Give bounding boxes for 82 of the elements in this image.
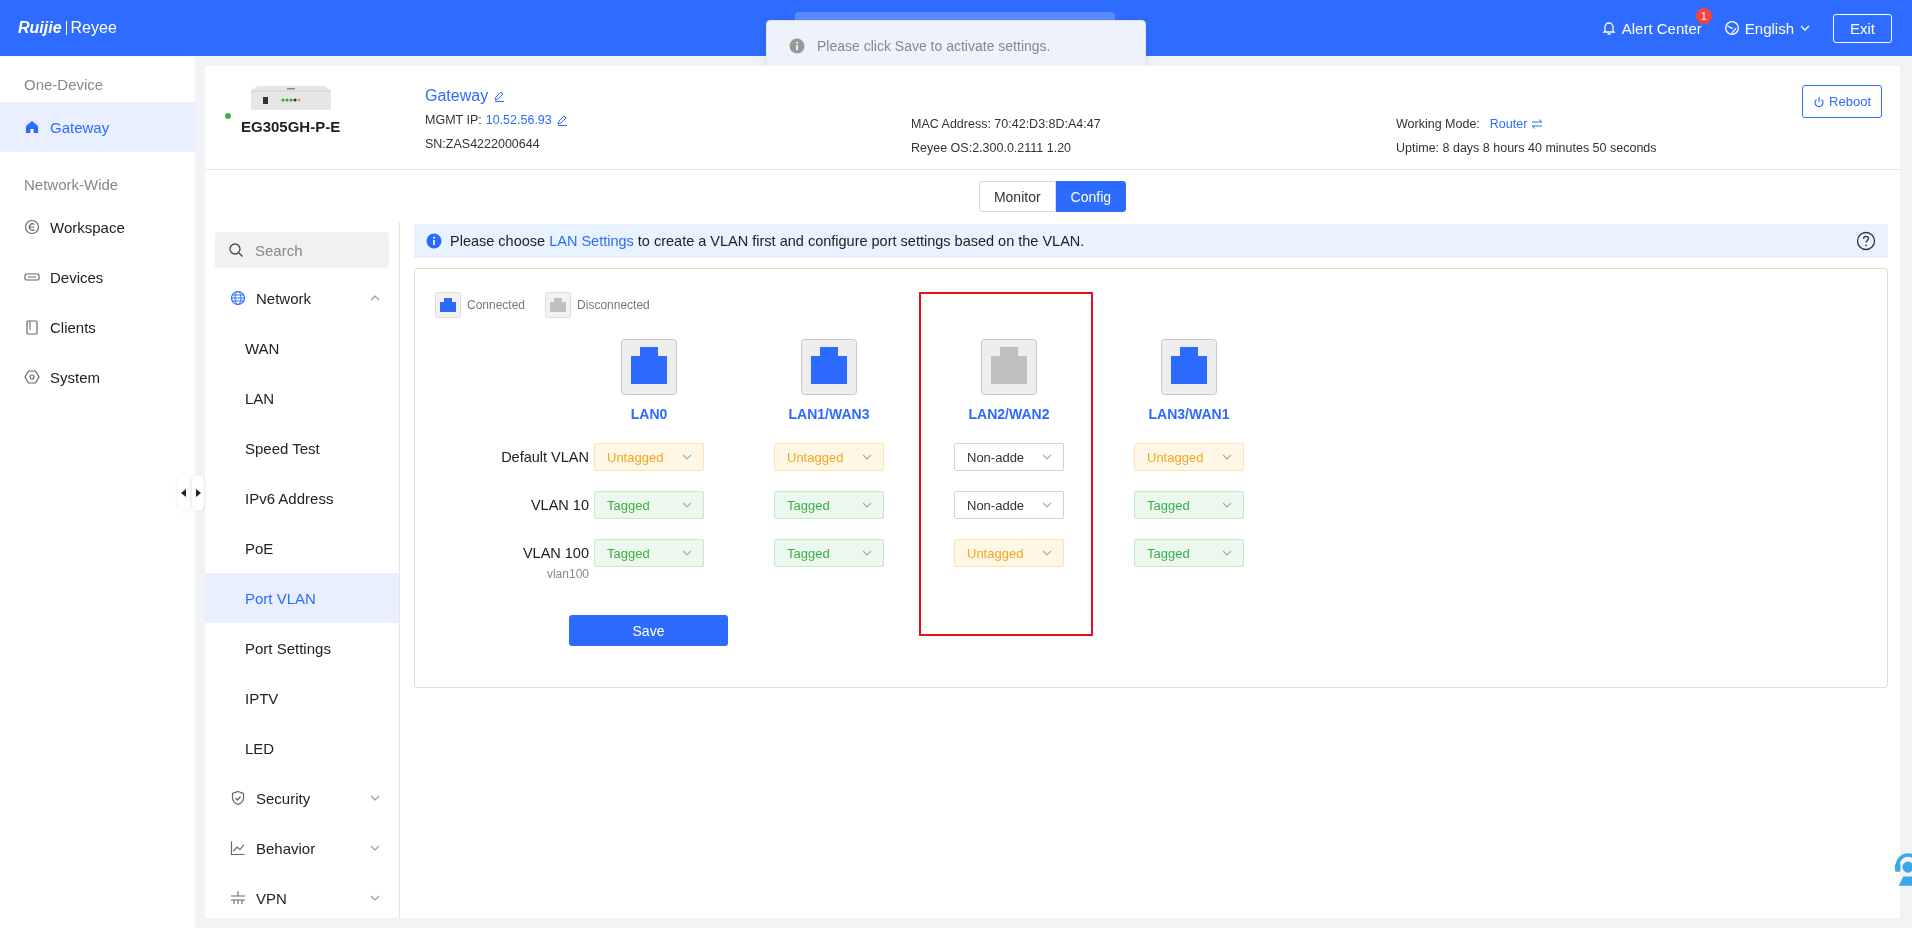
vlan-name: Default VLAN	[501, 448, 589, 467]
shield-icon	[230, 790, 246, 806]
vlan-mode-select[interactable]: Tagged	[1134, 539, 1244, 567]
globe-icon	[230, 290, 246, 306]
sidebar-item[interactable]: Workspace	[0, 202, 195, 252]
help-icon[interactable]	[1856, 231, 1876, 251]
device-name: Gateway	[425, 87, 489, 105]
notice-text: Please choose LAN Settings to create a VLAN first and configure port settings based on the VLAN.	[450, 233, 1085, 249]
info-icon	[426, 233, 442, 249]
sidebar-item[interactable]: Devices	[0, 252, 195, 302]
port-name: LAN1/WAN3	[788, 405, 870, 423]
edit-icon[interactable]	[493, 90, 506, 102]
menu-item[interactable]: Port VLAN	[205, 573, 399, 623]
uptime: Uptime: 8 days 8 hours 40 minutes 50 seconds	[1396, 141, 1657, 155]
power-icon	[1813, 95, 1826, 108]
sidebar-item[interactable]: Gateway	[0, 102, 195, 152]
swap-icon	[1531, 118, 1544, 130]
vlan-mode-select[interactable]: Non-adde	[954, 443, 1064, 471]
triangle-right-icon	[194, 488, 202, 498]
menu-item[interactable]: PoE	[205, 523, 399, 573]
notification-badge: 1	[1695, 7, 1712, 24]
view-tab[interactable]: Config	[1055, 181, 1127, 212]
info-icon	[789, 38, 805, 54]
ip-address: 10.52.56.93	[485, 113, 552, 127]
logo: Ruijie Reyee	[18, 19, 117, 37]
menu-item[interactable]: IPv6 Address	[205, 473, 399, 523]
language-selector[interactable]: English	[1723, 19, 1811, 37]
vlan-mode-select[interactable]: Tagged	[594, 539, 704, 567]
circle-icon	[24, 219, 40, 235]
serial-number: SN:ZAS4222000644	[425, 137, 540, 151]
home-icon	[24, 119, 40, 135]
port-name: LAN3/WAN1	[1148, 405, 1230, 423]
toast-message: Please click Save to activate settings.	[817, 38, 1051, 54]
collapse-button[interactable]	[178, 475, 190, 511]
search-icon	[228, 242, 244, 258]
port-name: LAN0	[630, 405, 668, 423]
expand-button[interactable]	[192, 475, 204, 511]
legend-label: Connected	[467, 298, 526, 312]
menu-group[interactable]: Behavior	[205, 823, 399, 873]
menu-item[interactable]: LAN	[205, 373, 399, 423]
menu-group[interactable]: VPN	[205, 873, 399, 923]
sidebar-item[interactable]: Clients	[0, 302, 195, 352]
edit-icon[interactable]	[555, 114, 568, 126]
mac-address: MAC Address: 70:42:D3:8D:A4:47	[911, 117, 1101, 131]
settings-icon	[24, 369, 40, 385]
ip-label: MGMT IP:	[425, 113, 482, 127]
vlan-name: VLAN 100	[522, 544, 589, 563]
vlan-remark: vlan100	[546, 567, 589, 581]
section-title: One-Device	[23, 76, 105, 95]
globe-icon	[1723, 20, 1740, 36]
vlan-name: VLAN 10	[530, 496, 589, 515]
search-field[interactable]: Search	[215, 232, 389, 268]
save-button[interactable]: Save	[569, 615, 728, 646]
view-tab[interactable]: Monitor	[978, 181, 1056, 212]
os-version: Reyee OS:2.300.0.2111 1.20	[911, 141, 1072, 155]
lan-settings-link[interactable]: LAN Settings	[549, 233, 634, 249]
port-name: LAN2/WAN2	[968, 405, 1050, 423]
section-title: Network-Wide	[23, 176, 120, 195]
menu-group[interactable]: Network	[205, 273, 399, 323]
menu-group[interactable]: Security	[205, 773, 399, 823]
vlan-mode-select[interactable]: Tagged	[1134, 491, 1244, 519]
vlan-mode-select[interactable]: Non-adde	[954, 491, 1064, 519]
device-model: EG305GH-P-E	[241, 118, 341, 135]
bell-icon	[1600, 20, 1617, 36]
chart-icon	[230, 840, 246, 856]
phone-icon	[24, 319, 40, 335]
exit-button[interactable]: Exit	[1833, 13, 1892, 43]
reboot-button[interactable]: Reboot	[1802, 85, 1882, 118]
menu-item[interactable]: IPTV	[205, 673, 399, 723]
working-mode-label: Working Mode:	[1396, 117, 1480, 131]
legend-label: Disconnected	[577, 298, 650, 312]
triangle-left-icon	[180, 488, 188, 498]
menu-item[interactable]: Speed Test	[205, 423, 399, 473]
vlan-mode-select[interactable]: Tagged	[774, 539, 884, 567]
vlan-mode-select[interactable]: Tagged	[774, 491, 884, 519]
working-mode-link[interactable]: Router	[1489, 117, 1544, 131]
menu-item[interactable]: LED	[205, 723, 399, 773]
menu-item[interactable]: Port Settings	[205, 623, 399, 673]
menu-item[interactable]: WAN	[205, 323, 399, 373]
sidebar-item[interactable]: System	[0, 352, 195, 402]
network-icon	[230, 890, 246, 906]
vlan-mode-select[interactable]: Tagged	[594, 491, 704, 519]
